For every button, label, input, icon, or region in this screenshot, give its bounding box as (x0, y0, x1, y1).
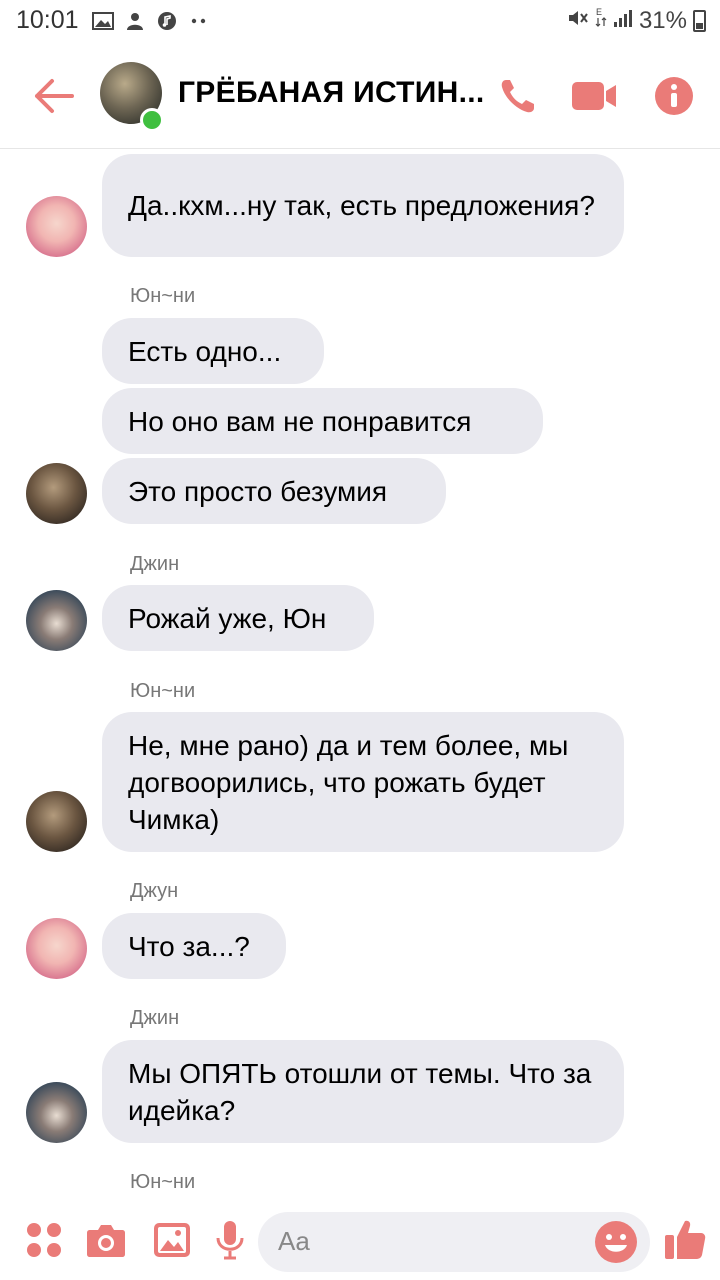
avatar-yoongi[interactable] (26, 463, 87, 524)
message-text: Но оно вам не понравится (128, 405, 472, 437)
info-icon (655, 77, 693, 115)
music-icon (156, 11, 178, 31)
voice-call-button[interactable] (496, 74, 540, 118)
message-text: Рожай уже, Юн (128, 602, 327, 634)
avatar-jin[interactable] (26, 1082, 87, 1143)
voice-message-button[interactable] (210, 1220, 250, 1260)
sender-name: Джин (130, 1007, 180, 1029)
sender-name: Джин (130, 553, 180, 575)
sender-name: Юн~ни (130, 285, 196, 307)
svg-text:E: E (596, 7, 602, 17)
avatar-jun[interactable] (26, 918, 87, 979)
avatar-yoongi[interactable] (26, 791, 87, 852)
message-bubble[interactable]: Есть одно... (102, 318, 324, 384)
message-bubble[interactable]: Но оно вам не понравится (102, 388, 543, 454)
composer-bar: Aa (0, 1200, 720, 1280)
sender-name: Юн~ни (130, 1171, 196, 1193)
camera-button[interactable] (86, 1220, 126, 1260)
battery-percent: 31% (638, 6, 687, 34)
message-input[interactable]: Aa (258, 1212, 650, 1272)
message-text: Мы ОПЯТЬ отошли от темы. Что за идейка? (128, 1057, 592, 1126)
back-button[interactable] (32, 78, 76, 114)
gallery-icon (154, 1223, 190, 1257)
info-button[interactable] (652, 74, 696, 118)
status-icons-right: E 31% (567, 6, 706, 35)
four-dots-icon (27, 1223, 61, 1257)
phone-icon (501, 80, 534, 113)
message-bubble[interactable]: Это просто безумия (102, 458, 446, 524)
status-time: 10:01 (16, 6, 79, 34)
message-input-placeholder: Aa (278, 1226, 310, 1256)
more-dots-icon (188, 11, 210, 31)
status-icons-left (92, 9, 210, 33)
avatar-jin[interactable] (26, 590, 87, 651)
status-bar: 10:01 E 31% (0, 0, 720, 42)
online-indicator (140, 108, 164, 132)
message-bubble[interactable]: Рожай уже, Юн (102, 585, 374, 651)
sender-name: Джун (130, 880, 179, 902)
message-list[interactable]: Да..кхм...ну так, есть предложения? Юн~н… (0, 150, 720, 1200)
thumbs-up-icon (665, 1220, 706, 1259)
image-icon (92, 11, 114, 31)
message-bubble[interactable]: Да..кхм...ну так, есть предложения? (102, 154, 624, 257)
gallery-button[interactable] (152, 1220, 192, 1260)
camera-icon (87, 1225, 125, 1257)
more-actions-button[interactable] (24, 1220, 64, 1260)
message-text: Это просто безумия (128, 475, 388, 507)
message-text: Что за...? (128, 930, 250, 962)
sender-name: Юн~ни (130, 680, 196, 702)
message-text: Не, мне рано) да и тем более, мы догвоор… (128, 729, 569, 835)
data-icon: E (595, 6, 607, 35)
chat-title[interactable]: ГРЁБАНАЯ ИСТИН... (178, 76, 485, 110)
back-arrow-icon (35, 79, 74, 113)
message-bubble[interactable]: Что за...? (102, 913, 286, 979)
user-badge-icon (124, 11, 146, 31)
mute-icon (567, 7, 589, 35)
like-button[interactable] (662, 1216, 708, 1262)
message-bubble[interactable]: Не, мне рано) да и тем более, мы догвоор… (102, 712, 624, 852)
message-text: Да..кхм...ну так, есть предложения? (128, 190, 595, 221)
microphone-icon (216, 1221, 244, 1260)
message-text: Есть одно... (128, 335, 282, 367)
avatar-jun[interactable] (26, 196, 87, 257)
emoji-icon[interactable] (594, 1220, 638, 1264)
video-camera-icon (572, 82, 616, 110)
chat-header: ГРЁБАНАЯ ИСТИН... (0, 42, 720, 149)
signal-icon (613, 7, 633, 35)
message-bubble[interactable]: Мы ОПЯТЬ отошли от темы. Что за идейка? (102, 1040, 624, 1143)
video-call-button[interactable] (570, 74, 618, 118)
battery-icon (693, 9, 706, 32)
